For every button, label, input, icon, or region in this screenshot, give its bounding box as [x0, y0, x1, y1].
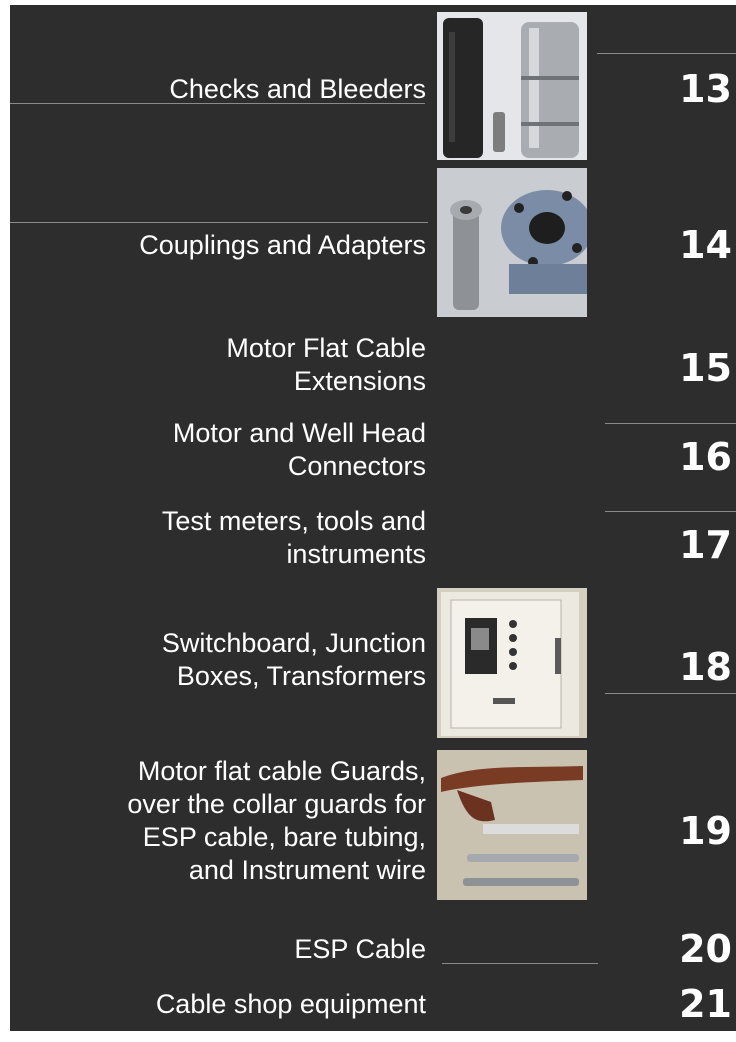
divider [10, 222, 428, 223]
catalog-index-page: Checks and Bleeders 13 Couplings and Ada… [10, 5, 736, 1031]
divider [597, 53, 736, 54]
page-number[interactable]: 20 [679, 929, 732, 969]
catalog-item-title[interactable]: Motor and Well Head Connectors [173, 417, 426, 483]
catalog-item-title[interactable]: Couplings and Adapters [139, 229, 426, 262]
page-number[interactable]: 21 [679, 984, 732, 1024]
divider [605, 693, 736, 694]
catalog-item-title[interactable]: Test meters, tools and instruments [162, 505, 426, 571]
switchboard-photo [437, 588, 587, 738]
divider [10, 103, 425, 104]
page-number[interactable]: 18 [679, 647, 732, 687]
coupling-photo [437, 168, 587, 317]
divider [605, 511, 736, 512]
catalog-item-title[interactable]: Cable shop equipment [156, 988, 426, 1021]
page-number[interactable]: 14 [679, 225, 732, 265]
catalog-item-title[interactable]: Switchboard, Junction Boxes, Transformer… [162, 627, 426, 693]
page-number[interactable]: 16 [679, 437, 732, 477]
catalog-item-title[interactable]: Checks and Bleeders [169, 73, 426, 106]
cable-guards-photo [437, 750, 587, 900]
catalog-item-title[interactable]: ESP Cable [294, 933, 426, 966]
catalog-item-title[interactable]: Motor Flat Cable Extensions [226, 332, 426, 398]
check-valve-photo [437, 12, 587, 160]
divider [442, 963, 598, 964]
page-number[interactable]: 15 [679, 348, 732, 388]
page-number[interactable]: 19 [679, 811, 732, 851]
divider [605, 423, 736, 424]
page-number[interactable]: 17 [679, 525, 732, 565]
page-number[interactable]: 13 [679, 69, 732, 109]
catalog-item-title[interactable]: Motor flat cable Guards, over the collar… [127, 755, 426, 887]
